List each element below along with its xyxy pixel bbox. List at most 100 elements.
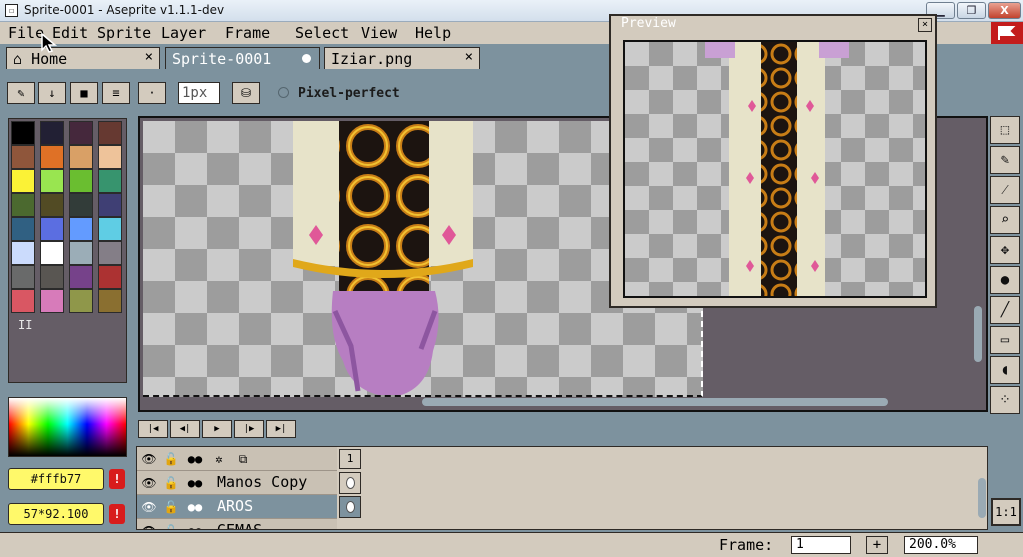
palette-swatch[interactable] bbox=[11, 193, 35, 217]
pencil-tool[interactable]: ✎ bbox=[990, 146, 1020, 174]
ink-button[interactable]: ⛁ bbox=[232, 82, 260, 104]
palette-swatch[interactable] bbox=[69, 241, 93, 265]
palette-swatch[interactable] bbox=[40, 289, 64, 313]
palette-swatch[interactable] bbox=[69, 265, 93, 289]
eye-icon[interactable]: 👁 bbox=[139, 450, 159, 468]
lock-icon[interactable]: 🔓 bbox=[161, 498, 181, 516]
play-button[interactable]: ▶ bbox=[202, 420, 232, 438]
continuous-icon[interactable]: ●● bbox=[185, 498, 205, 516]
palette-swatch[interactable] bbox=[40, 217, 64, 241]
tab-sprite-0001[interactable]: Sprite-0001 bbox=[165, 47, 320, 69]
cel[interactable] bbox=[339, 472, 361, 494]
palette-swatch[interactable] bbox=[69, 169, 93, 193]
palette-swatch[interactable] bbox=[98, 265, 122, 289]
brush-type-button[interactable]: ✎ bbox=[7, 82, 35, 104]
brush-shape-button[interactable]: · bbox=[138, 82, 166, 104]
cel[interactable] bbox=[339, 496, 361, 518]
lock-icon[interactable]: 🔓 bbox=[161, 522, 181, 529]
next-frame-button[interactable]: |▶ bbox=[234, 420, 264, 438]
palette-swatch[interactable] bbox=[11, 145, 35, 169]
lock-icon[interactable]: 🔓 bbox=[161, 450, 181, 468]
warning-icon[interactable]: ! bbox=[109, 504, 125, 524]
line-tool[interactable]: ╱ bbox=[990, 296, 1020, 324]
brush-options-button[interactable]: ↓ bbox=[38, 82, 66, 104]
palette-swatch[interactable] bbox=[11, 241, 35, 265]
timeline-scrollbar[interactable] bbox=[978, 478, 986, 518]
palette-swatch[interactable] bbox=[98, 145, 122, 169]
color-spectrum[interactable] bbox=[8, 397, 127, 457]
fill-tool[interactable]: ● bbox=[990, 266, 1020, 294]
move-tool[interactable]: ✥ bbox=[990, 236, 1020, 264]
spray-tool[interactable]: ⁘ bbox=[990, 386, 1020, 414]
menu-sprite[interactable]: Sprite bbox=[97, 24, 151, 42]
palette-swatch[interactable] bbox=[11, 265, 35, 289]
layer-row[interactable]: 👁 🔓 ●● AROS bbox=[137, 495, 337, 519]
eye-icon[interactable]: 👁 bbox=[139, 474, 159, 492]
palette-swatch[interactable] bbox=[98, 217, 122, 241]
tab-close-icon[interactable]: × bbox=[145, 49, 153, 65]
palette-swatch[interactable] bbox=[69, 193, 93, 217]
menu-button[interactable]: ≡ bbox=[102, 82, 130, 104]
layer-row[interactable]: 👁 🔓 ●● GEMAS bbox=[137, 519, 337, 529]
palette-swatch[interactable] bbox=[40, 241, 64, 265]
palette-resize-handle[interactable]: II bbox=[18, 318, 32, 332]
palette-swatch[interactable] bbox=[69, 121, 93, 145]
eye-icon[interactable]: 👁 bbox=[139, 522, 159, 529]
continuous-icon[interactable]: ●● bbox=[185, 522, 205, 529]
tab-close-icon[interactable]: × bbox=[465, 49, 473, 65]
brush-size-input[interactable]: 1px bbox=[178, 82, 220, 104]
palette-swatch[interactable] bbox=[98, 289, 122, 313]
tab-home[interactable]: ⌂ Home × bbox=[6, 47, 160, 69]
palette-swatch[interactable] bbox=[98, 121, 122, 145]
onion-skin-icon[interactable]: ⧉ bbox=[233, 450, 253, 468]
palette-swatch[interactable] bbox=[11, 169, 35, 193]
palette-swatch[interactable] bbox=[69, 217, 93, 241]
foreground-color-field[interactable]: #fffb77 bbox=[8, 468, 104, 490]
close-window-button[interactable]: X bbox=[988, 2, 1021, 19]
blur-tool[interactable]: ◖ bbox=[990, 356, 1020, 384]
preview-close-button[interactable]: × bbox=[918, 18, 932, 32]
layer-row[interactable]: 👁 🔓 ●● Manos Copy bbox=[137, 471, 337, 495]
lock-icon[interactable]: 🔓 bbox=[161, 474, 181, 492]
palette-swatch[interactable] bbox=[69, 289, 93, 313]
preview-window[interactable]: Preview × bbox=[609, 14, 937, 308]
vertical-scrollbar[interactable] bbox=[974, 306, 982, 362]
palette-swatch[interactable] bbox=[11, 289, 35, 313]
frame-header[interactable]: 1 bbox=[339, 449, 361, 469]
menu-help[interactable]: Help bbox=[415, 24, 451, 42]
eyedropper-tool[interactable]: ⁄ bbox=[990, 176, 1020, 204]
add-frame-button[interactable]: + bbox=[866, 536, 888, 554]
menu-view[interactable]: View bbox=[361, 24, 397, 42]
palette-swatch[interactable] bbox=[98, 169, 122, 193]
menu-frame[interactable]: Frame bbox=[225, 24, 270, 42]
palette-swatch[interactable] bbox=[98, 193, 122, 217]
gear-icon[interactable]: ✲ bbox=[209, 450, 229, 468]
prev-frame-button[interactable]: ◀| bbox=[170, 420, 200, 438]
frame-input[interactable]: 1 bbox=[791, 536, 851, 554]
aseprite-flag-icon[interactable] bbox=[991, 22, 1023, 44]
eye-icon[interactable]: 👁 bbox=[139, 498, 159, 516]
warning-icon[interactable]: ! bbox=[109, 469, 125, 489]
zoom-fit-button[interactable]: 1:1 bbox=[991, 498, 1021, 526]
tab-iziar[interactable]: Iziar.png × bbox=[324, 47, 480, 69]
menu-select[interactable]: Select bbox=[295, 24, 349, 42]
palette-swatch[interactable] bbox=[11, 217, 35, 241]
palette-swatch[interactable] bbox=[40, 265, 64, 289]
folder-button[interactable]: ■ bbox=[70, 82, 98, 104]
maximize-button[interactable]: ❐ bbox=[957, 2, 986, 19]
continuous-icon[interactable]: ●● bbox=[185, 474, 205, 492]
palette-swatch[interactable] bbox=[40, 121, 64, 145]
palette-swatch[interactable] bbox=[69, 145, 93, 169]
zoom-input[interactable]: 200.0% bbox=[904, 536, 978, 554]
menu-layer[interactable]: Layer bbox=[161, 24, 206, 42]
rectangle-tool[interactable]: ▭ bbox=[990, 326, 1020, 354]
continuous-icon[interactable]: ●● bbox=[185, 450, 205, 468]
last-frame-button[interactable]: ▶| bbox=[266, 420, 296, 438]
marquee-tool[interactable]: ⬚ bbox=[990, 116, 1020, 144]
menu-file[interactable]: File bbox=[8, 24, 44, 42]
background-color-field[interactable]: 57*92.100 bbox=[8, 503, 104, 525]
first-frame-button[interactable]: |◀ bbox=[138, 420, 168, 438]
palette-swatch[interactable] bbox=[40, 145, 64, 169]
palette-swatch[interactable] bbox=[40, 193, 64, 217]
horizontal-scrollbar[interactable] bbox=[422, 398, 888, 406]
